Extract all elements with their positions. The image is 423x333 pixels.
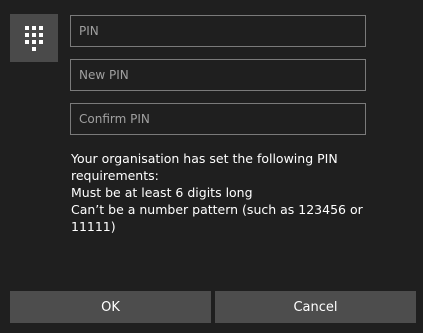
change-pin-dialog: Your organisation has set the following … (0, 0, 423, 333)
keypad-icon (10, 14, 58, 62)
requirements-intro: Your organisation has set the following … (71, 151, 338, 183)
confirm-pin-input[interactable] (70, 103, 366, 135)
requirement-no-pattern: Can’t be a number pattern (such as 12345… (71, 202, 363, 234)
ok-button[interactable]: OK (10, 291, 211, 323)
requirement-min-length: Must be at least 6 digits long (71, 185, 253, 200)
cancel-button[interactable]: Cancel (215, 291, 416, 323)
new-pin-input[interactable] (70, 59, 366, 91)
pin-input[interactable] (70, 15, 366, 47)
pin-requirements: Your organisation has set the following … (71, 150, 411, 235)
keypad-icon-glyph (25, 26, 43, 51)
